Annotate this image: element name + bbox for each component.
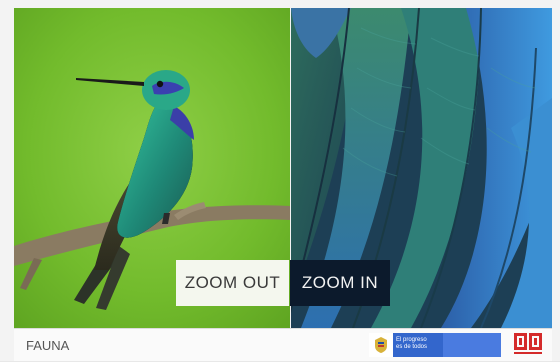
colombia-seal-icon: [369, 333, 393, 357]
footer-bar: FAUNA El progreso es de todos: [14, 328, 552, 361]
zoom-in-button[interactable]: ZOOM IN: [290, 260, 390, 306]
zoom-in-label: ZOOM IN: [301, 273, 379, 292]
section-label: FAUNA: [26, 338, 70, 353]
gov-banner-text: El progreso es de todos: [393, 333, 443, 357]
government-banner: El progreso es de todos: [369, 333, 501, 357]
zoom-out-label: ZOOM OUT: [184, 273, 281, 292]
zoom-out-button[interactable]: ZOOM OUT: [176, 260, 289, 306]
gov-banner-subtext: [443, 333, 501, 357]
red-brand-logo-icon: [514, 333, 544, 357]
image-viewer: ZOOM OUT ZOOM IN FAUNA El progreso es de…: [0, 0, 560, 361]
